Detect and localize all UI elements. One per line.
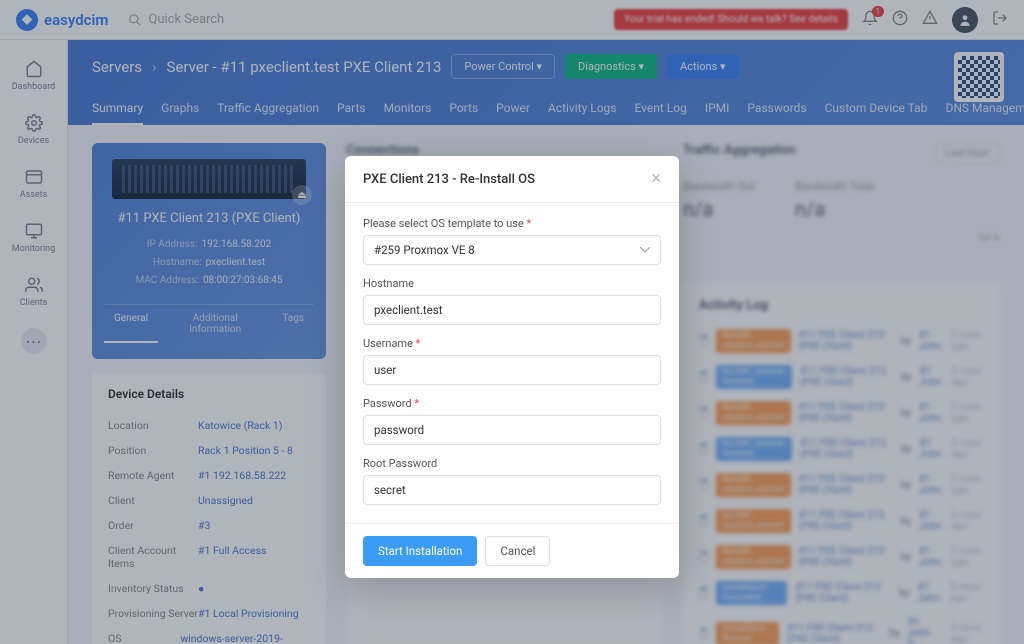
password-input[interactable]: [363, 415, 661, 445]
username-label: Username *: [363, 337, 661, 350]
hostname-input[interactable]: [363, 295, 661, 325]
password-label: Password *: [363, 397, 661, 410]
reinstall-os-modal: PXE Client 213 - Re-Install OS × Please …: [345, 156, 679, 578]
cancel-button[interactable]: Cancel: [485, 536, 550, 566]
root-password-input[interactable]: [363, 475, 661, 505]
modal-title: PXE Client 213 - Re-Install OS: [363, 172, 535, 187]
os-template-label: Please select OS template to use *: [363, 217, 661, 230]
root-password-label: Root Password: [363, 457, 661, 470]
close-icon[interactable]: ×: [651, 170, 661, 188]
start-installation-button[interactable]: Start Installation: [363, 536, 477, 566]
os-template-select[interactable]: #259 Proxmox VE 8: [363, 235, 661, 265]
username-input[interactable]: [363, 355, 661, 385]
hostname-label: Hostname: [363, 277, 661, 290]
